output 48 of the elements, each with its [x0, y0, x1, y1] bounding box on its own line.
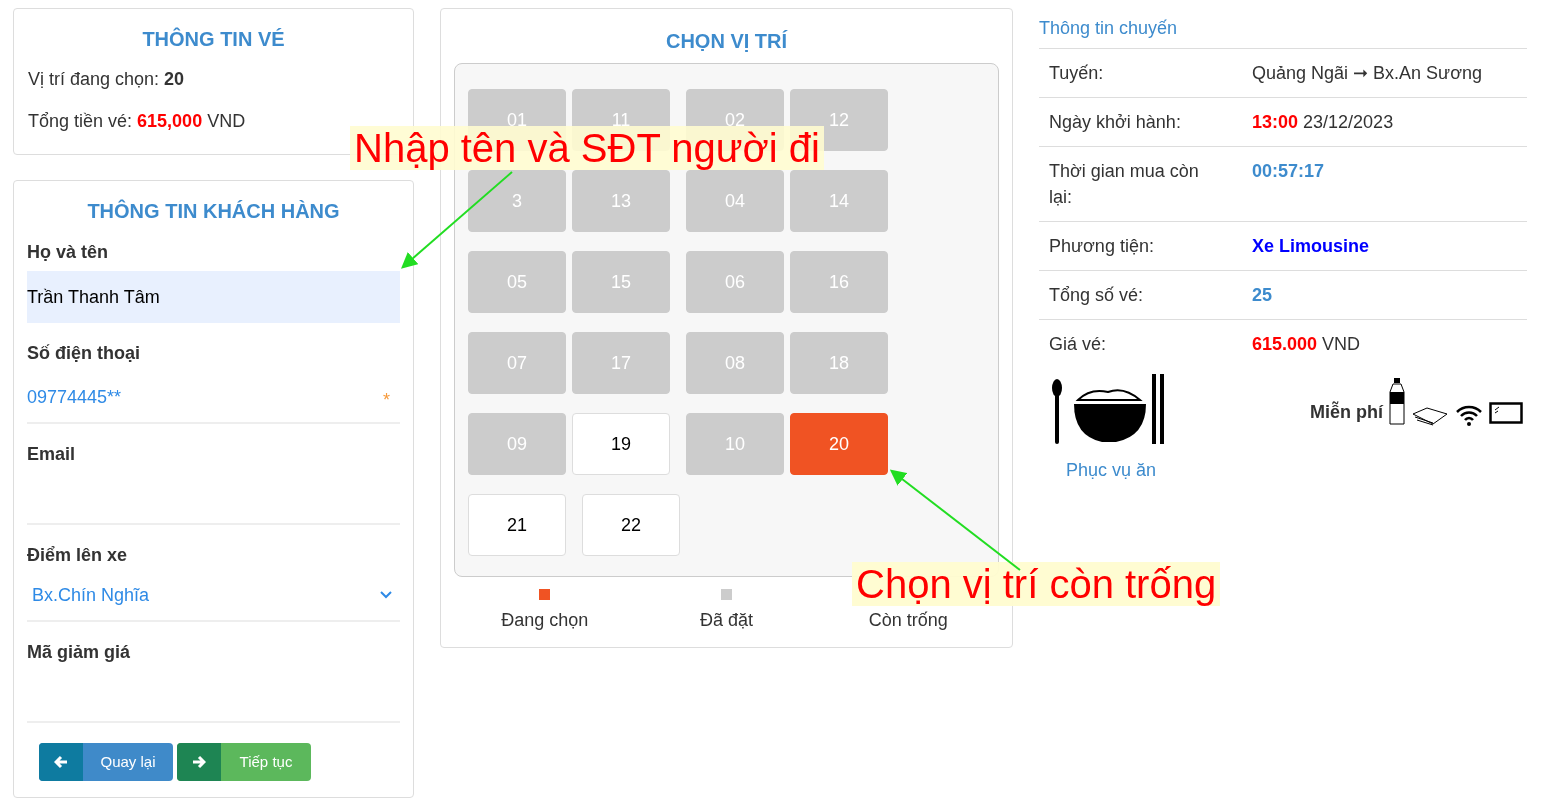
- trip-field-value: 13:00 23/12/2023: [1252, 111, 1394, 134]
- field-label: Điểm lên xe: [27, 544, 129, 567]
- continue-button[interactable]: Tiếp tục: [177, 743, 311, 781]
- field-label: Họ và tên: [27, 241, 110, 264]
- trip-field-label: Tổng số vé:: [1049, 284, 1145, 307]
- trip-field-label: Tuyến:: [1049, 62, 1105, 85]
- chevron-down-icon: [380, 591, 392, 599]
- field-label: Mã giảm giá: [27, 641, 132, 664]
- wifi-icon: [1455, 404, 1483, 426]
- seat[interactable]: 21: [468, 494, 566, 556]
- trip-field-value: Quảng Ngãi ➞ Bx.An Sương: [1252, 62, 1482, 85]
- card-title: THÔNG TIN VÉ: [141, 26, 286, 52]
- trip-field-value: 615.000 VND: [1252, 333, 1361, 356]
- input-field[interactable]: Trần Thanh Tâm: [27, 271, 400, 323]
- trip-info-title: Thông tin chuyến: [1039, 17, 1179, 40]
- trip-field-value: 00:57:17: [1252, 160, 1325, 183]
- legend-swatch: [539, 589, 551, 600]
- annotation-callout: Nhập tên và SĐT người đi: [350, 126, 824, 170]
- meal-service-label: Phục vụ ăn: [1065, 459, 1157, 482]
- dropdown-field[interactable]: Bx.Chín Nghĩa: [27, 570, 400, 622]
- card-title: THÔNG TIN KHÁCH HÀNG: [86, 198, 341, 224]
- free-label: Miễn phí: [1310, 400, 1383, 424]
- arrow-left-icon: [54, 755, 68, 769]
- arrow-right-icon: [192, 755, 206, 769]
- total-price-text: Tổng tiền vé: 615,000 VND: [28, 110, 247, 133]
- water-bottle-icon: [1389, 378, 1405, 426]
- trip-field-label: Phương tiện:: [1049, 235, 1155, 258]
- required-mark: *: [383, 389, 390, 412]
- trip-field-label: Giá vé:: [1049, 333, 1108, 356]
- seat[interactable]: 19: [572, 413, 670, 475]
- selected-seat-text: Vị trí đang chọn: 20: [28, 68, 186, 91]
- back-button[interactable]: Quay lại: [39, 743, 173, 781]
- legend-swatch: [721, 589, 732, 600]
- trip-field-label: Ngày khởi hành:: [1049, 111, 1182, 134]
- field-label: Email: [27, 443, 77, 466]
- trip-field-value: Xe Limousine: [1252, 235, 1370, 258]
- seat[interactable]: 20: [790, 413, 888, 475]
- seat[interactable]: 22: [582, 494, 680, 556]
- legend-label: Còn trống: [868, 609, 948, 632]
- trip-field-value: 25: [1252, 284, 1273, 307]
- card-title: CHỌN VỊ TRÍ: [664, 29, 789, 54]
- legend-label: Đã đặt: [700, 609, 754, 632]
- tv-icon: [1489, 402, 1523, 426]
- trip-field-label: Thời gian mua còn lại:: [1049, 160, 1200, 209]
- field-label: Số điện thoại: [27, 342, 141, 365]
- legend-label: Đang chọn: [501, 609, 589, 632]
- towel-icon: [1411, 406, 1449, 426]
- annotation-callout: Chọn vị trí còn trống: [852, 562, 1221, 606]
